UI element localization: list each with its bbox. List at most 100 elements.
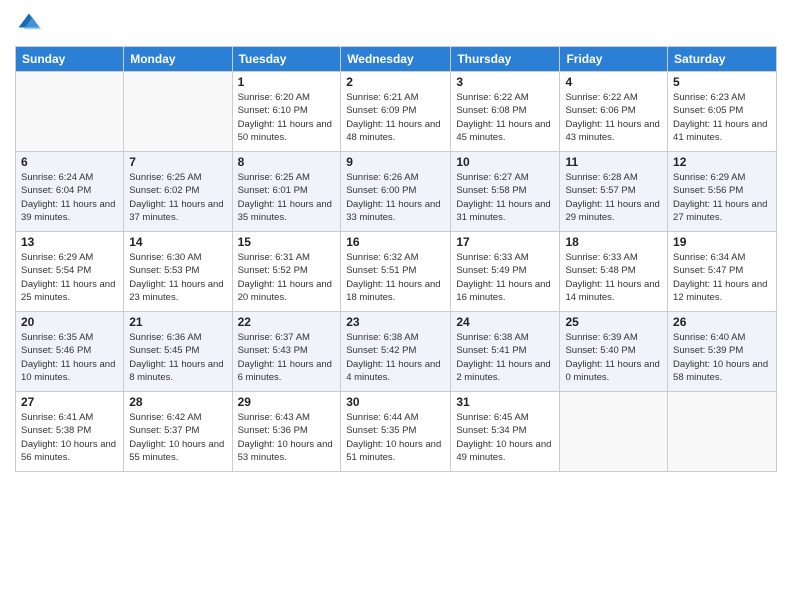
day-info: Sunrise: 6:33 AMSunset: 5:49 PMDaylight:… (456, 251, 554, 304)
calendar-cell: 12 Sunrise: 6:29 AMSunset: 5:56 PMDayligh… (668, 152, 777, 232)
calendar-cell: 20 Sunrise: 6:35 AMSunset: 5:46 PMDayligh… (16, 312, 124, 392)
day-info: Sunrise: 6:42 AMSunset: 5:37 PMDaylight:… (129, 411, 226, 464)
calendar-cell: 4 Sunrise: 6:22 AMSunset: 6:06 PMDaylight… (560, 72, 668, 152)
day-number: 15 (238, 235, 336, 249)
calendar-cell: 14 Sunrise: 6:30 AMSunset: 5:53 PMDayligh… (124, 232, 232, 312)
day-of-week-header: Thursday (451, 47, 560, 72)
day-number: 26 (673, 315, 771, 329)
day-number: 22 (238, 315, 336, 329)
day-number: 5 (673, 75, 771, 89)
day-number: 9 (346, 155, 445, 169)
calendar-cell: 28 Sunrise: 6:42 AMSunset: 5:37 PMDayligh… (124, 392, 232, 472)
day-info: Sunrise: 6:26 AMSunset: 6:00 PMDaylight:… (346, 171, 445, 224)
day-number: 29 (238, 395, 336, 409)
day-of-week-header: Wednesday (341, 47, 451, 72)
day-number: 17 (456, 235, 554, 249)
day-number: 25 (565, 315, 662, 329)
day-number: 1 (238, 75, 336, 89)
day-info: Sunrise: 6:30 AMSunset: 5:53 PMDaylight:… (129, 251, 226, 304)
calendar-cell: 11 Sunrise: 6:28 AMSunset: 5:57 PMDayligh… (560, 152, 668, 232)
day-number: 31 (456, 395, 554, 409)
calendar-cell (560, 392, 668, 472)
logo (15, 10, 45, 38)
calendar-cell: 22 Sunrise: 6:37 AMSunset: 5:43 PMDayligh… (232, 312, 341, 392)
calendar-cell: 1 Sunrise: 6:20 AMSunset: 6:10 PMDaylight… (232, 72, 341, 152)
header (15, 10, 777, 38)
day-info: Sunrise: 6:44 AMSunset: 5:35 PMDaylight:… (346, 411, 445, 464)
calendar-cell: 31Sunrise: 6:45 AMSunset: 5:34 PMDayligh… (451, 392, 560, 472)
calendar-week-row: 6Sunrise: 6:24 AMSunset: 6:04 PMDaylight… (16, 152, 777, 232)
calendar-cell: 8 Sunrise: 6:25 AMSunset: 6:01 PMDaylight… (232, 152, 341, 232)
day-info: Sunrise: 6:33 AMSunset: 5:48 PMDaylight:… (565, 251, 662, 304)
calendar-cell: 6Sunrise: 6:24 AMSunset: 6:04 PMDaylight… (16, 152, 124, 232)
day-number: 10 (456, 155, 554, 169)
day-info: Sunrise: 6:25 AMSunset: 6:01 PMDaylight:… (238, 171, 336, 224)
calendar-cell: 27Sunrise: 6:41 AMSunset: 5:38 PMDayligh… (16, 392, 124, 472)
calendar-cell: 13 Sunrise: 6:29 AMSunset: 5:54 PMDayligh… (16, 232, 124, 312)
calendar-cell: 5 Sunrise: 6:23 AMSunset: 6:05 PMDaylight… (668, 72, 777, 152)
calendar-header-row: SundayMondayTuesdayWednesdayThursdayFrid… (16, 47, 777, 72)
calendar-cell: 19 Sunrise: 6:34 AMSunset: 5:47 PMDayligh… (668, 232, 777, 312)
day-info: Sunrise: 6:22 AMSunset: 6:08 PMDaylight:… (456, 91, 554, 144)
day-number: 18 (565, 235, 662, 249)
day-info: Sunrise: 6:38 AMSunset: 5:41 PMDaylight:… (456, 331, 554, 384)
calendar-cell (124, 72, 232, 152)
day-info: Sunrise: 6:43 AMSunset: 5:36 PMDaylight:… (238, 411, 336, 464)
day-number: 8 (238, 155, 336, 169)
calendar-cell: 15 Sunrise: 6:31 AMSunset: 5:52 PMDayligh… (232, 232, 341, 312)
day-number: 24 (456, 315, 554, 329)
day-info: Sunrise: 6:38 AMSunset: 5:42 PMDaylight:… (346, 331, 445, 384)
calendar-week-row: 13 Sunrise: 6:29 AMSunset: 5:54 PMDayligh… (16, 232, 777, 312)
day-number: 30 (346, 395, 445, 409)
day-info: Sunrise: 6:25 AMSunset: 6:02 PMDaylight:… (129, 171, 226, 224)
day-number: 21 (129, 315, 226, 329)
calendar-cell (668, 392, 777, 472)
day-info: Sunrise: 6:29 AMSunset: 5:56 PMDaylight:… (673, 171, 771, 224)
day-info: Sunrise: 6:29 AMSunset: 5:54 PMDaylight:… (21, 251, 118, 304)
day-number: 7 (129, 155, 226, 169)
calendar-cell (16, 72, 124, 152)
day-info: Sunrise: 6:34 AMSunset: 5:47 PMDaylight:… (673, 251, 771, 304)
calendar-cell: 18 Sunrise: 6:33 AMSunset: 5:48 PMDayligh… (560, 232, 668, 312)
calendar-week-row: 1 Sunrise: 6:20 AMSunset: 6:10 PMDaylight… (16, 72, 777, 152)
day-number: 11 (565, 155, 662, 169)
day-number: 16 (346, 235, 445, 249)
day-of-week-header: Tuesday (232, 47, 341, 72)
day-number: 19 (673, 235, 771, 249)
day-number: 13 (21, 235, 118, 249)
day-number: 2 (346, 75, 445, 89)
day-info: Sunrise: 6:22 AMSunset: 6:06 PMDaylight:… (565, 91, 662, 144)
day-info: Sunrise: 6:20 AMSunset: 6:10 PMDaylight:… (238, 91, 336, 144)
day-number: 20 (21, 315, 118, 329)
calendar-cell: 3 Sunrise: 6:22 AMSunset: 6:08 PMDaylight… (451, 72, 560, 152)
day-number: 28 (129, 395, 226, 409)
logo-icon (15, 10, 43, 38)
calendar-week-row: 27Sunrise: 6:41 AMSunset: 5:38 PMDayligh… (16, 392, 777, 472)
calendar-cell: 16Sunrise: 6:32 AMSunset: 5:51 PMDayligh… (341, 232, 451, 312)
day-info: Sunrise: 6:31 AMSunset: 5:52 PMDaylight:… (238, 251, 336, 304)
calendar-cell: 30 Sunrise: 6:44 AMSunset: 5:35 PMDayligh… (341, 392, 451, 472)
day-info: Sunrise: 6:37 AMSunset: 5:43 PMDaylight:… (238, 331, 336, 384)
day-info: Sunrise: 6:21 AMSunset: 6:09 PMDaylight:… (346, 91, 445, 144)
calendar-cell: 23Sunrise: 6:38 AMSunset: 5:42 PMDayligh… (341, 312, 451, 392)
day-info: Sunrise: 6:40 AMSunset: 5:39 PMDaylight:… (673, 331, 771, 384)
day-number: 14 (129, 235, 226, 249)
calendar-cell: 2 Sunrise: 6:21 AMSunset: 6:09 PMDaylight… (341, 72, 451, 152)
day-number: 4 (565, 75, 662, 89)
calendar-cell: 29 Sunrise: 6:43 AMSunset: 5:36 PMDayligh… (232, 392, 341, 472)
calendar-cell: 17 Sunrise: 6:33 AMSunset: 5:49 PMDayligh… (451, 232, 560, 312)
day-info: Sunrise: 6:23 AMSunset: 6:05 PMDaylight:… (673, 91, 771, 144)
calendar-cell: 21 Sunrise: 6:36 AMSunset: 5:45 PMDayligh… (124, 312, 232, 392)
day-info: Sunrise: 6:27 AMSunset: 5:58 PMDaylight:… (456, 171, 554, 224)
day-info: Sunrise: 6:36 AMSunset: 5:45 PMDaylight:… (129, 331, 226, 384)
calendar-week-row: 20 Sunrise: 6:35 AMSunset: 5:46 PMDayligh… (16, 312, 777, 392)
day-info: Sunrise: 6:28 AMSunset: 5:57 PMDaylight:… (565, 171, 662, 224)
day-of-week-header: Monday (124, 47, 232, 72)
day-number: 3 (456, 75, 554, 89)
calendar-cell: 26 Sunrise: 6:40 AMSunset: 5:39 PMDayligh… (668, 312, 777, 392)
day-number: 12 (673, 155, 771, 169)
calendar-table: SundayMondayTuesdayWednesdayThursdayFrid… (15, 46, 777, 472)
day-info: Sunrise: 6:39 AMSunset: 5:40 PMDaylight:… (565, 331, 662, 384)
calendar-cell: 10 Sunrise: 6:27 AMSunset: 5:58 PMDayligh… (451, 152, 560, 232)
day-info: Sunrise: 6:35 AMSunset: 5:46 PMDaylight:… (21, 331, 118, 384)
